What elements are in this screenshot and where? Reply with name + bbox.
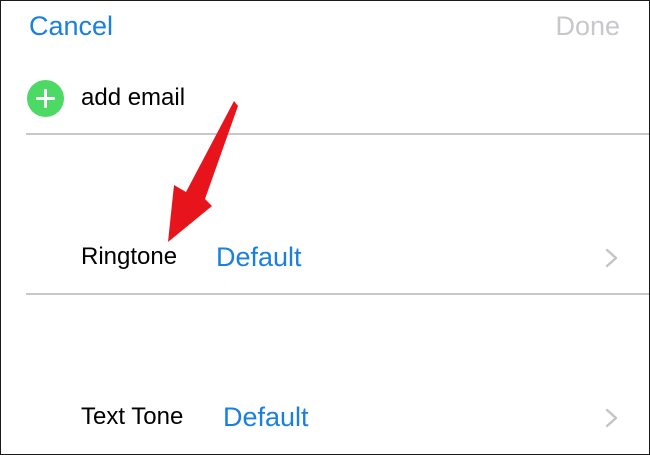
text-tone-row[interactable]: Text Tone Default: [1, 397, 649, 437]
add-email-label: add email: [81, 84, 186, 111]
ringtone-value: Default: [216, 242, 302, 272]
ringtone-row[interactable]: Ringtone Default: [1, 237, 649, 277]
done-button[interactable]: Done: [555, 9, 620, 43]
cancel-button[interactable]: Cancel: [29, 9, 113, 43]
text-tone-label: Text Tone: [81, 403, 184, 430]
plus-circle-icon[interactable]: [27, 79, 64, 117]
contact-edit-screen: Cancel Done add email Ringtone Default T…: [0, 0, 650, 455]
section-divider: [26, 133, 649, 135]
chevron-right-icon: [605, 408, 618, 428]
section-divider: [26, 293, 649, 295]
text-tone-value: Default: [223, 402, 309, 432]
add-email-row[interactable]: add email: [27, 79, 186, 117]
chevron-right-icon: [605, 248, 618, 268]
ringtone-label: Ringtone: [81, 243, 178, 270]
